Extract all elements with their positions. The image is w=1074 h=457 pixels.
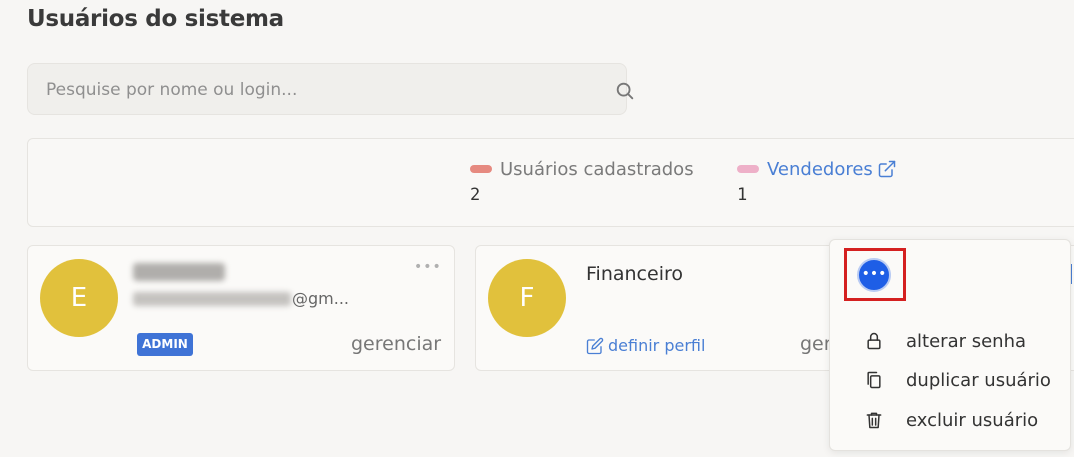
stats-panel: Usuários cadastrados 2 Vendedores 1 [27,138,1074,227]
define-profile-label: definir perfil [608,336,706,355]
user-actions-menu: ••• alterar senha duplicar usuário exclu… [829,239,1071,451]
user-card: E @gm... ••• ADMIN gerenciar [27,245,455,371]
more-options-icon[interactable]: ••• [414,260,441,276]
manage-link[interactable]: gerenciar [351,333,441,355]
external-link-icon[interactable] [877,159,897,179]
menu-item-duplicate-user[interactable]: duplicar usuário [864,365,1051,395]
more-options-button[interactable]: ••• [857,258,891,292]
page-title: Usuários do sistema [27,6,284,32]
sellers-link[interactable]: Vendedores [767,159,873,180]
menu-item-label: excluir usuário [906,409,1039,431]
avatar: E [40,259,118,337]
menu-item-delete-user[interactable]: excluir usuário [864,405,1038,435]
user-email: @gm... [292,289,349,308]
redacted-email [133,292,291,306]
stat-label: Usuários cadastrados [500,158,694,180]
menu-item-label: alterar senha [906,330,1027,352]
edit-icon [586,337,604,354]
search-box[interactable] [27,63,634,115]
stat-registered-users: Usuários cadastrados 2 [470,157,694,205]
lock-icon [867,332,881,350]
stat-value: 2 [470,185,481,205]
trash-icon [866,412,882,429]
stat-value: 1 [737,185,748,205]
redacted-name [133,263,225,281]
legend-swatch-sellers [737,165,759,173]
manage-link[interactable]: ger [800,333,832,355]
search-icon[interactable] [614,80,636,102]
legend-swatch-registered [470,165,492,173]
user-name: Financeiro [586,263,683,285]
define-profile-link[interactable]: definir perfil [586,336,705,355]
search-input[interactable] [46,78,566,102]
menu-item-label: duplicar usuário [906,369,1051,391]
admin-badge: ADMIN [137,333,193,356]
menu-item-change-password[interactable]: alterar senha [864,326,1026,356]
copy-icon [867,371,881,389]
stat-sellers[interactable]: Vendedores 1 [737,157,897,205]
avatar: F [488,259,566,337]
